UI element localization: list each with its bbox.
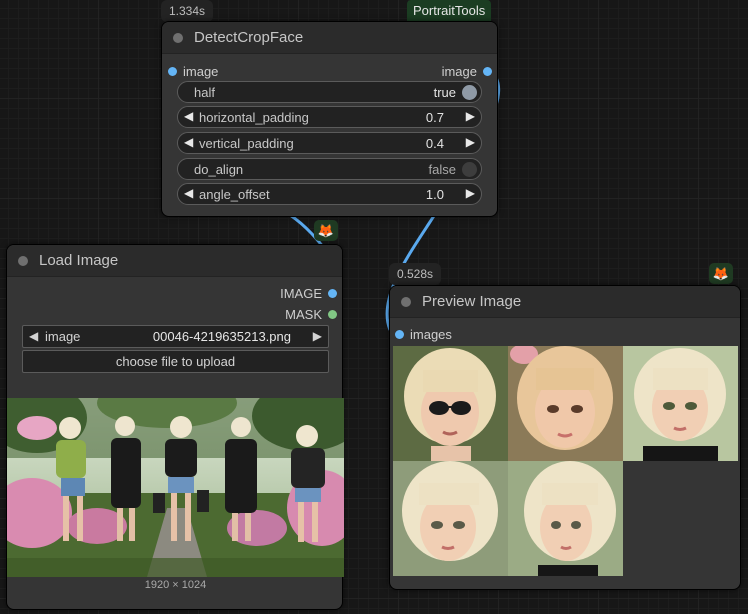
input-dot-icon[interactable]	[168, 66, 177, 76]
toggle-on-icon[interactable]	[462, 85, 477, 100]
node-title: Load Image	[39, 252, 119, 269]
widget-label: half	[194, 85, 215, 100]
output-slot-mask[interactable]: MASK	[285, 306, 337, 322]
widget-value: false	[428, 162, 456, 177]
right-arrow-icon[interactable]: ▶	[466, 186, 475, 200]
toggle-off-icon[interactable]	[462, 162, 477, 177]
widget-value: true	[433, 85, 456, 100]
preview-thumbnail[interactable]	[393, 346, 508, 461]
widget-label: angle_offset	[199, 187, 270, 202]
widget-vertical-padding[interactable]: ◀ vertical_padding 0.4 ▶	[177, 132, 482, 154]
right-arrow-icon[interactable]: ▶	[466, 109, 475, 123]
collapse-dot-icon[interactable]	[18, 255, 28, 266]
portrait-side-glance	[393, 461, 508, 576]
widget-do-align-toggle[interactable]: do_align false	[177, 158, 482, 180]
fox-icon: 🦊	[314, 220, 338, 241]
collapse-dot-icon[interactable]	[401, 296, 411, 307]
portrait-sunglasses	[393, 346, 508, 461]
preview-thumbnail[interactable]	[623, 346, 738, 461]
node-title: Preview Image	[422, 293, 522, 310]
left-arrow-icon[interactable]: ◀	[184, 186, 193, 200]
input-slot-images[interactable]: images	[395, 326, 452, 342]
preview-thumbnail[interactable]	[508, 346, 623, 461]
widget-value: 0.4	[425, 136, 444, 151]
image-file-select[interactable]: ◀ image 00046-4219635213.png ▶	[22, 325, 329, 348]
load-image-node[interactable]: Load Image IMAGE MASK ◀ image 00046-4219…	[6, 244, 344, 610]
output-label: IMAGE	[280, 285, 322, 301]
input-label: image	[183, 63, 219, 79]
input-dot-icon[interactable]	[395, 329, 404, 339]
portrait-blossom	[508, 346, 623, 461]
node-title-bar[interactable]: Load Image	[7, 245, 342, 277]
detect-crop-face-node[interactable]: DetectCropFace image image half true ◀ h…	[161, 21, 498, 217]
upload-label: choose file to upload	[115, 354, 236, 369]
collapse-dot-icon[interactable]	[173, 32, 183, 43]
left-arrow-icon[interactable]: ◀	[29, 329, 38, 343]
output-dot-icon[interactable]	[328, 288, 337, 298]
widget-label: horizontal_padding	[199, 110, 309, 125]
widget-value: 00046-4219635213.png	[152, 329, 291, 344]
upload-button[interactable]: choose file to upload	[22, 350, 329, 373]
widget-angle-offset[interactable]: ◀ angle_offset 1.0 ▶	[177, 183, 482, 205]
execution-time-badge: 0.528s	[389, 263, 442, 285]
left-arrow-icon[interactable]: ◀	[184, 135, 193, 149]
input-label: images	[410, 326, 452, 342]
widget-horizontal-padding[interactable]: ◀ horizontal_padding 0.7 ▶	[177, 106, 482, 128]
node-title: DetectCropFace	[194, 29, 304, 46]
garden-photo	[7, 398, 344, 577]
image-dimensions-label: 1920 × 1024	[144, 579, 207, 591]
widget-label: image	[45, 329, 81, 344]
widget-value: 1.0	[425, 187, 444, 202]
node-pack-badge: PortraitTools	[407, 0, 492, 21]
input-slot-image[interactable]: image	[168, 63, 218, 79]
widget-label: do_align	[194, 162, 244, 177]
widget-half-toggle[interactable]: half true	[177, 81, 482, 103]
execution-time-badge: 1.334s	[161, 0, 214, 22]
output-dot-icon[interactable]	[483, 66, 492, 76]
widget-value: 0.7	[425, 110, 444, 125]
left-arrow-icon[interactable]: ◀	[184, 109, 193, 123]
node-title-bar[interactable]: DetectCropFace	[162, 22, 497, 54]
output-label: image	[441, 63, 477, 79]
output-dot-icon[interactable]	[328, 309, 337, 319]
portrait-profile	[508, 461, 623, 576]
output-slot-image[interactable]: image	[442, 63, 492, 79]
preview-image-node[interactable]: Preview Image images	[389, 285, 741, 590]
output-slot-image[interactable]: IMAGE	[280, 285, 337, 301]
right-arrow-icon[interactable]: ▶	[466, 135, 475, 149]
preview-thumbnail[interactable]	[393, 461, 508, 576]
right-arrow-icon[interactable]: ▶	[313, 329, 322, 343]
fox-icon: 🦊	[709, 263, 733, 284]
output-label: MASK	[285, 306, 322, 322]
loaded-image-preview	[7, 398, 344, 577]
widget-label: vertical_padding	[199, 136, 294, 151]
preview-thumbnail[interactable]	[508, 461, 623, 576]
node-title-bar[interactable]: Preview Image	[390, 286, 740, 318]
portrait-park	[623, 346, 738, 461]
